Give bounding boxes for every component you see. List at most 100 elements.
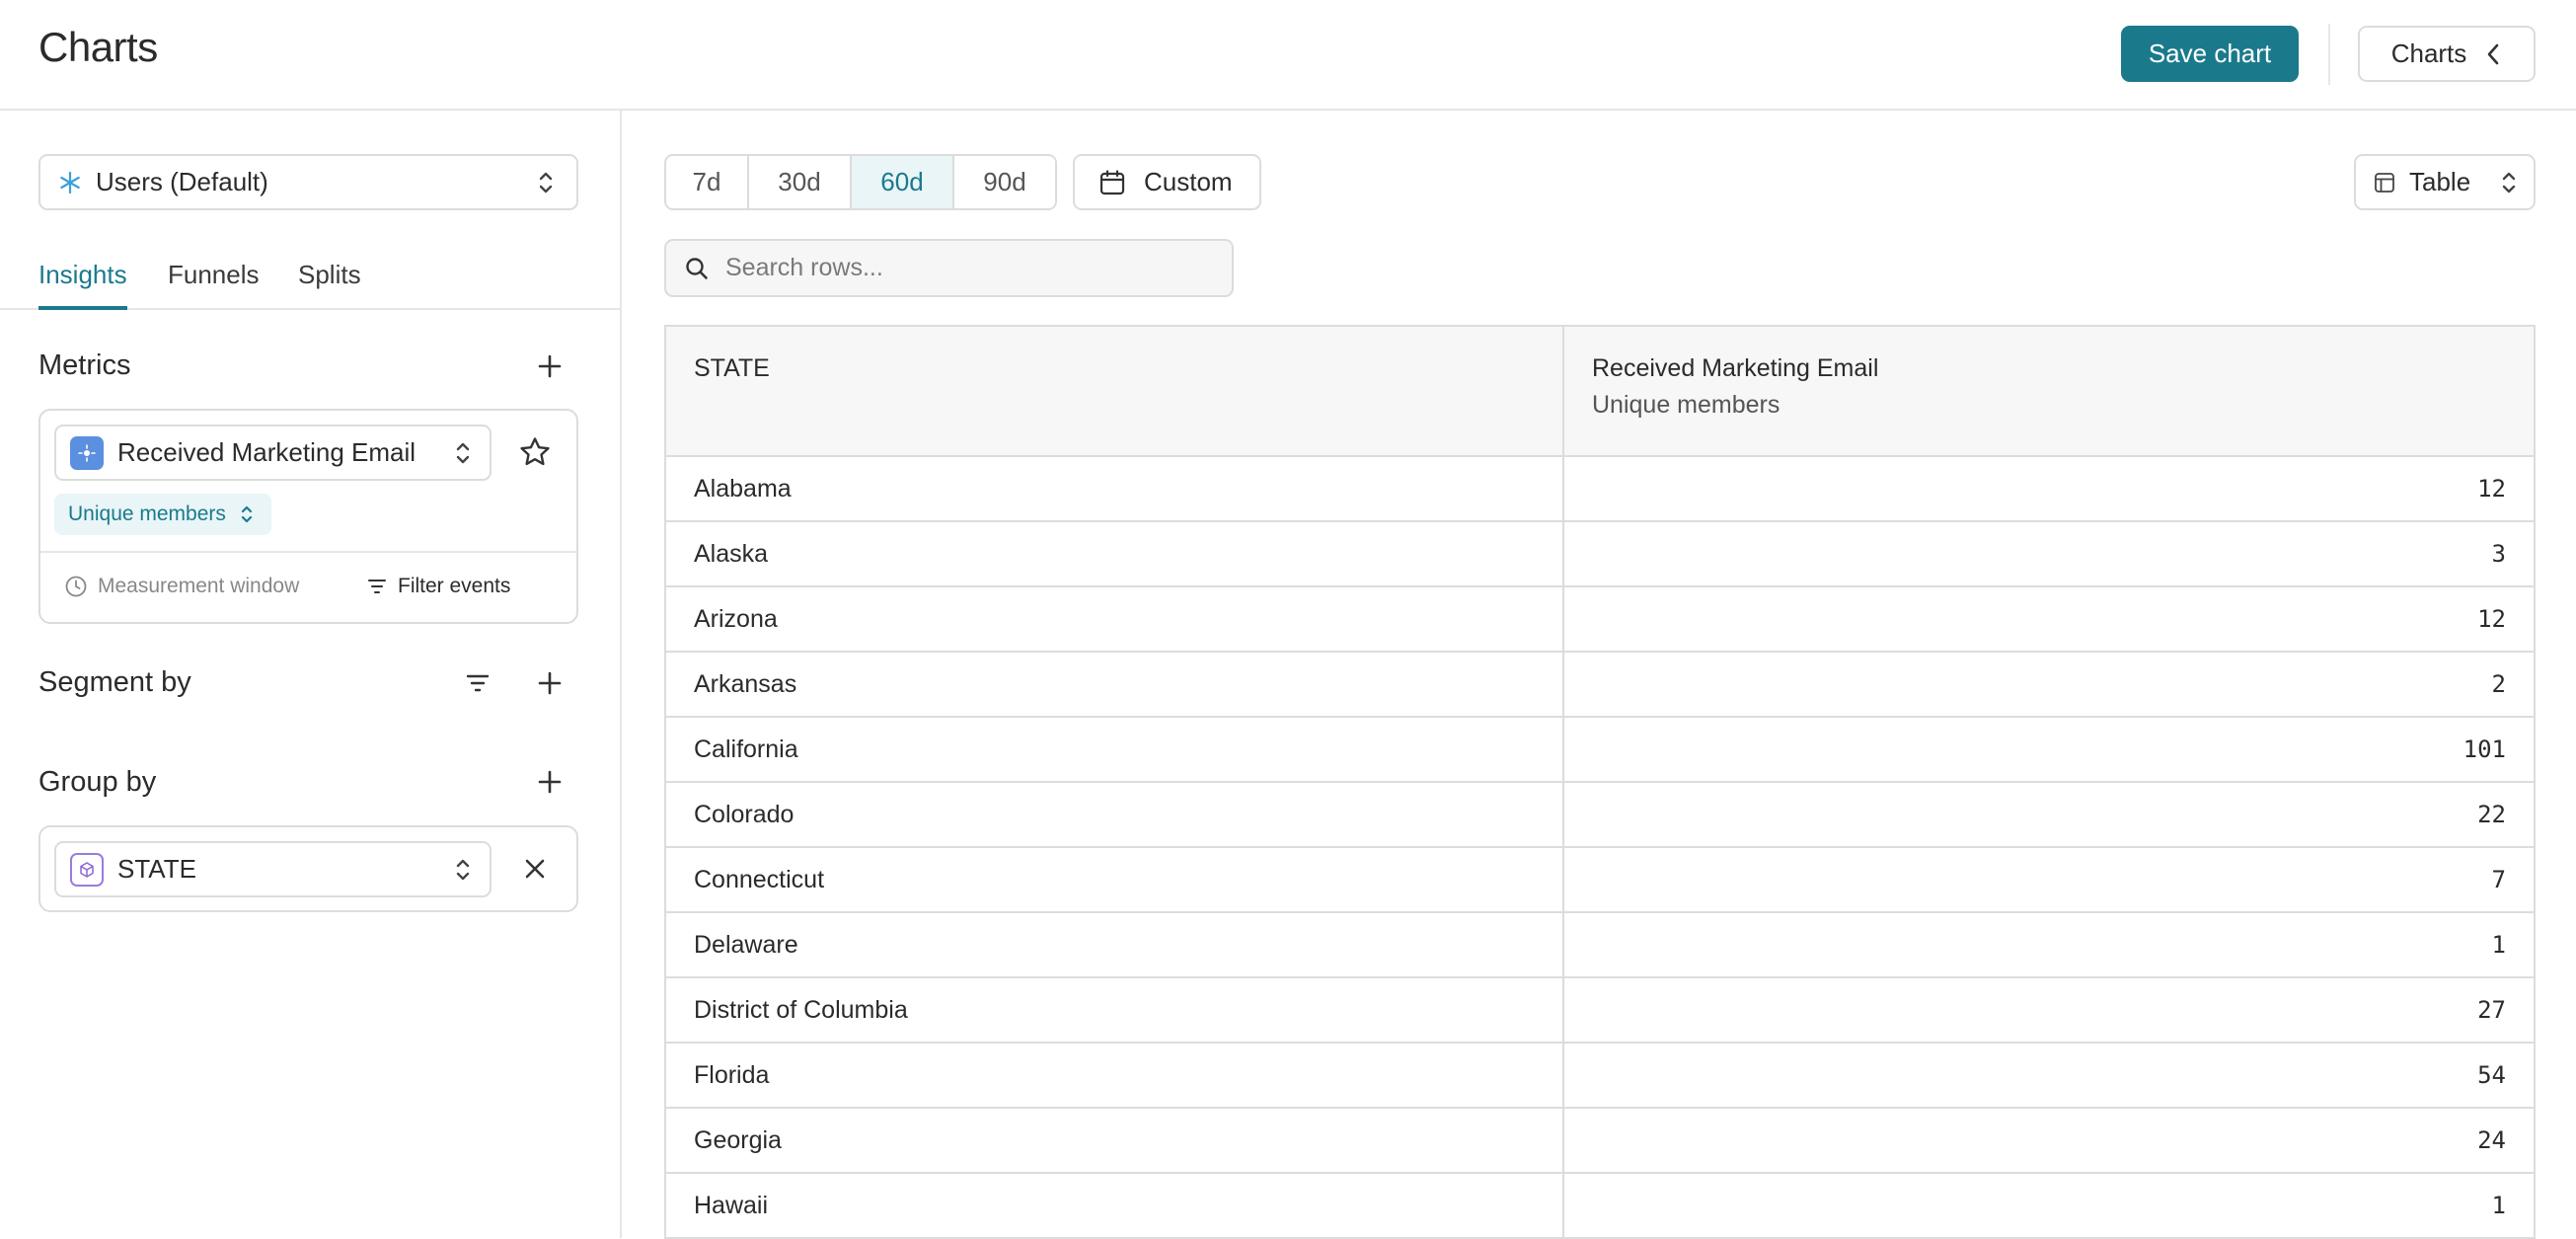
table-row[interactable]: Arkansas 2: [666, 653, 2534, 718]
measurement-window-button[interactable]: Measurement window: [64, 575, 299, 598]
cell-value: 27: [2477, 996, 2506, 1024]
chart-type-label: Table: [2409, 167, 2471, 196]
tab-funnels[interactable]: Funnels: [168, 254, 260, 310]
custom-range-label: Custom: [1144, 167, 1233, 196]
segment-by-title: Segment by: [38, 666, 191, 698]
remove-group-button[interactable]: [517, 851, 553, 887]
page-title: Charts: [38, 24, 158, 70]
cell-state: District of Columbia: [666, 978, 1564, 1042]
range-30d[interactable]: 30d: [749, 156, 852, 208]
cell-value: 7: [2491, 866, 2506, 893]
group-by-title: Group by: [38, 766, 157, 798]
cell-state: Colorado: [666, 783, 1564, 846]
column-header-metric-subtitle: Unique members: [1592, 391, 1780, 419]
table-row[interactable]: Arizona 12: [666, 587, 2534, 653]
range-90d[interactable]: 90d: [954, 156, 1055, 208]
column-header-metric[interactable]: Received Marketing Email Unique members: [1564, 327, 2534, 455]
plus-icon: [538, 671, 562, 695]
star-icon: [520, 437, 550, 466]
chevron-updown-icon: [2502, 172, 2516, 193]
column-header-metric-title: Received Marketing Email: [1592, 354, 1879, 382]
table-row[interactable]: Alaska 3: [666, 522, 2534, 587]
range-60d[interactable]: 60d: [852, 156, 954, 208]
cell-value: 54: [2477, 1061, 2506, 1089]
cell-value: 22: [2477, 801, 2506, 828]
charts-panel-toggle-button[interactable]: Charts: [2358, 26, 2536, 82]
calendar-icon: [1099, 169, 1125, 194]
favorite-metric-button[interactable]: [517, 434, 553, 470]
add-group-button[interactable]: [532, 764, 568, 800]
table-row[interactable]: Alabama 12: [666, 457, 2534, 522]
chart-type-select[interactable]: Table: [2354, 154, 2536, 210]
chevron-updown-icon: [241, 505, 253, 523]
metric-card: Received Marketing Email Unique members …: [38, 409, 578, 624]
measurement-window-label: Measurement window: [98, 575, 300, 597]
table-row[interactable]: District of Columbia 27: [666, 978, 2534, 1044]
cell-value: 2: [2491, 670, 2506, 698]
group-property-select[interactable]: STATE: [54, 841, 492, 897]
metric-label: Received Marketing Email: [117, 437, 417, 467]
filter-events-button[interactable]: Filter events: [366, 575, 510, 598]
clock-icon: [65, 576, 87, 597]
cell-state: Florida: [666, 1044, 1564, 1107]
table-header: STATE Received Marketing Email Unique me…: [666, 327, 2534, 457]
data-source-label: Users (Default): [96, 167, 268, 196]
charts-button-label: Charts: [2390, 39, 2467, 68]
cell-value: 1: [2491, 1192, 2506, 1219]
cell-state: Alaska: [666, 522, 1564, 585]
chevron-left-icon: [2487, 43, 2499, 64]
chevron-updown-icon: [456, 442, 470, 463]
table-row[interactable]: Florida 54: [666, 1044, 2534, 1109]
table-row[interactable]: California 101: [666, 718, 2534, 783]
table-row[interactable]: Georgia 24: [666, 1109, 2534, 1174]
column-header-state[interactable]: STATE: [666, 327, 1564, 455]
table-row[interactable]: Hawaii 1: [666, 1174, 2534, 1239]
table-row[interactable]: Connecticut 7: [666, 848, 2534, 913]
search-rows-field[interactable]: [664, 239, 1234, 297]
header-divider: [2328, 24, 2330, 85]
cell-value: 12: [2477, 475, 2506, 503]
group-property-label: STATE: [117, 854, 196, 884]
plus-icon: [538, 770, 562, 794]
metric-select[interactable]: Received Marketing Email: [54, 425, 492, 481]
close-icon: [525, 859, 545, 879]
results-table: STATE Received Marketing Email Unique me…: [664, 325, 2536, 1239]
cell-value: 101: [2462, 736, 2506, 763]
filter-icon: [368, 580, 386, 593]
cell-value: 24: [2477, 1126, 2506, 1154]
aggregation-select[interactable]: Unique members: [54, 494, 271, 535]
cell-value: 1: [2491, 931, 2506, 959]
cell-state: Alabama: [666, 457, 1564, 520]
chevron-updown-icon: [456, 859, 470, 880]
table-row[interactable]: Colorado 22: [666, 783, 2534, 848]
add-metric-button[interactable]: [532, 348, 568, 384]
plus-icon: [538, 354, 562, 378]
cell-state: Arizona: [666, 587, 1564, 651]
cell-value: 12: [2477, 605, 2506, 633]
range-7d[interactable]: 7d: [666, 156, 749, 208]
table-icon: [2375, 172, 2394, 193]
cell-state: Hawaii: [666, 1174, 1564, 1237]
filter-events-label: Filter events: [398, 575, 511, 597]
add-segment-button[interactable]: [532, 665, 568, 701]
cell-value: 3: [2491, 540, 2506, 568]
data-source-select[interactable]: Users (Default): [38, 154, 578, 210]
tab-insights[interactable]: Insights: [38, 254, 127, 310]
filter-icon: [466, 674, 490, 692]
cell-state: Delaware: [666, 913, 1564, 976]
cell-state: Georgia: [666, 1109, 1564, 1172]
save-chart-button[interactable]: Save chart: [2121, 26, 2299, 82]
tab-splits[interactable]: Splits: [298, 254, 361, 310]
search-rows-input[interactable]: [723, 253, 1197, 283]
analysis-tabs: Insights Funnels Splits: [0, 254, 622, 310]
custom-range-button[interactable]: Custom: [1073, 154, 1261, 210]
chevron-updown-icon: [539, 172, 553, 193]
search-icon: [686, 257, 708, 279]
group-by-card: STATE: [38, 825, 578, 912]
snowflake-icon: [60, 171, 80, 194]
date-range-selector: 7d 30d 60d 90d: [664, 154, 1057, 210]
segment-filter-button[interactable]: [460, 665, 495, 701]
app-header: Charts Save chart Charts: [0, 0, 2576, 111]
event-icon: [70, 435, 104, 470]
table-row[interactable]: Delaware 1: [666, 913, 2534, 978]
